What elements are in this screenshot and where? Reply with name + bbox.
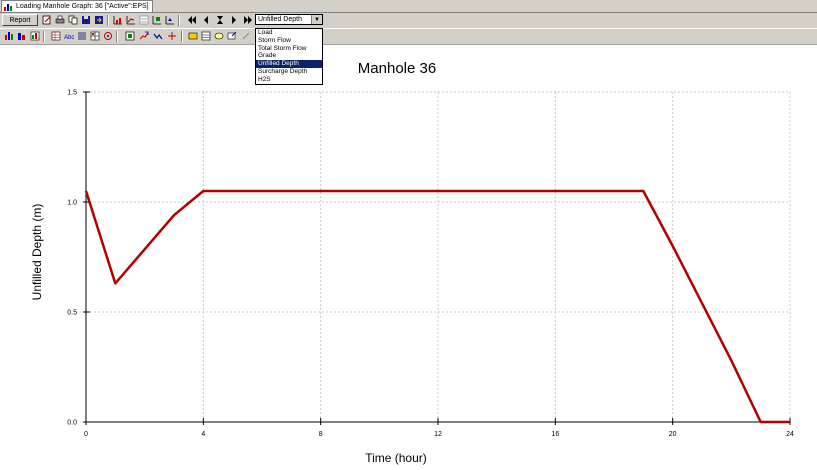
dropdown-option-load[interactable]: Load [256, 29, 322, 37]
previous-step-icon[interactable] [200, 14, 211, 25]
x-axis-label: Time (hour) [365, 451, 427, 465]
dropdown-option-grade[interactable]: Grade [256, 52, 322, 60]
y-tick-label: 1.5 [67, 90, 77, 97]
x-tick-label: 20 [669, 431, 677, 438]
graph-icon [4, 3, 13, 11]
chart-canvas[interactable]: Manhole 36 0 4 8 12 16 20 24 0.0 0.5 1.0 1.5 Time … [0, 46, 817, 470]
axes: 0 4 8 12 16 20 24 0.0 0.5 1.0 1.5 [67, 90, 794, 439]
toolbar-separator [43, 31, 45, 42]
series-options-icon[interactable] [125, 14, 136, 25]
bar-chart-icon[interactable] [3, 30, 14, 41]
toolbar-separator [116, 31, 118, 42]
legend-icon[interactable] [138, 14, 149, 25]
pencil-icon[interactable] [240, 30, 251, 41]
zoom-in-icon[interactable] [138, 30, 149, 41]
crosshair-icon[interactable] [166, 30, 177, 41]
toolbar-separator [107, 15, 109, 26]
image-icon[interactable] [187, 30, 198, 41]
variable-select-value: Unfilled Depth [258, 16, 302, 23]
zoom-icon[interactable] [164, 14, 175, 25]
data-table-icon[interactable] [50, 30, 61, 41]
last-step-icon[interactable] [242, 14, 253, 25]
report-table-icon[interactable] [200, 30, 211, 41]
y-tick-label: 0.5 [67, 310, 77, 317]
stacked-bar-icon[interactable] [16, 30, 27, 41]
shape-icon[interactable] [213, 30, 224, 41]
properties-icon[interactable] [102, 30, 113, 41]
y-tick-label: 1.0 [67, 200, 77, 207]
y-axis-label: Unfilled Depth (m) [30, 204, 44, 301]
x-tick-label: 24 [786, 431, 794, 438]
grouped-bar-icon[interactable] [29, 30, 40, 41]
export-icon[interactable] [93, 14, 104, 25]
list-icon[interactable] [76, 30, 87, 41]
tab-graph[interactable]: Loading Manhole Graph: 36 ["Active":EPS] [1, 0, 153, 12]
fit-icon[interactable] [124, 30, 135, 41]
dropdown-option-surcharge-depth[interactable]: Surcharge Depth [256, 68, 322, 76]
abc-label-icon[interactable]: Abc [63, 30, 74, 41]
x-tick-label: 16 [551, 431, 559, 438]
tab-title: Loading Manhole Graph: 36 ["Active":EPS] [16, 3, 149, 10]
x-tick-label: 4 [201, 431, 205, 438]
chart-title: Manhole 36 [358, 60, 436, 77]
variable-select[interactable]: Unfilled Depth ▼ [255, 14, 323, 25]
title-bar: Loading Manhole Graph: 36 ["Active":EPS] [0, 0, 817, 13]
x-tick-label: 8 [319, 431, 323, 438]
dropdown-option-unfilled-depth[interactable]: Unfilled Depth [256, 60, 322, 68]
dropdown-option-h2s[interactable]: H2S [256, 76, 322, 84]
dropdown-option-total-storm-flow[interactable]: Total Storm Flow [256, 45, 322, 53]
x-tick-label: 12 [434, 431, 442, 438]
x-tick-label: 0 [84, 431, 88, 438]
grid-lines [86, 91, 791, 422]
grid-icon[interactable] [89, 30, 100, 41]
edit-icon[interactable] [41, 14, 52, 25]
chevron-down-icon[interactable]: ▼ [311, 15, 322, 24]
dropdown-option-storm-flow[interactable]: Storm Flow [256, 37, 322, 45]
toolbar-separator [178, 15, 180, 26]
copy-icon[interactable] [67, 14, 78, 25]
variable-dropdown-list[interactable]: Load Storm Flow Total Storm Flow Grade U… [255, 28, 323, 85]
next-step-icon[interactable] [228, 14, 239, 25]
trend-icon[interactable] [152, 30, 163, 41]
axis-options-icon[interactable] [151, 14, 162, 25]
chart-options-icon[interactable] [112, 14, 123, 25]
print-icon[interactable] [54, 14, 65, 25]
save-icon[interactable] [80, 14, 91, 25]
y-tick-label: 0.0 [67, 420, 77, 427]
time-step-icon[interactable] [214, 14, 225, 25]
svg-text:Abc: Abc [64, 35, 74, 41]
toolbar-top: Report Unfilled Depth ▼ [0, 13, 817, 28]
toolbar-separator [181, 31, 183, 42]
first-step-icon[interactable] [186, 14, 197, 25]
report-button[interactable]: Report [2, 14, 38, 26]
toolbar-bottom: Abc [0, 29, 817, 45]
annotation-icon[interactable] [226, 30, 237, 41]
